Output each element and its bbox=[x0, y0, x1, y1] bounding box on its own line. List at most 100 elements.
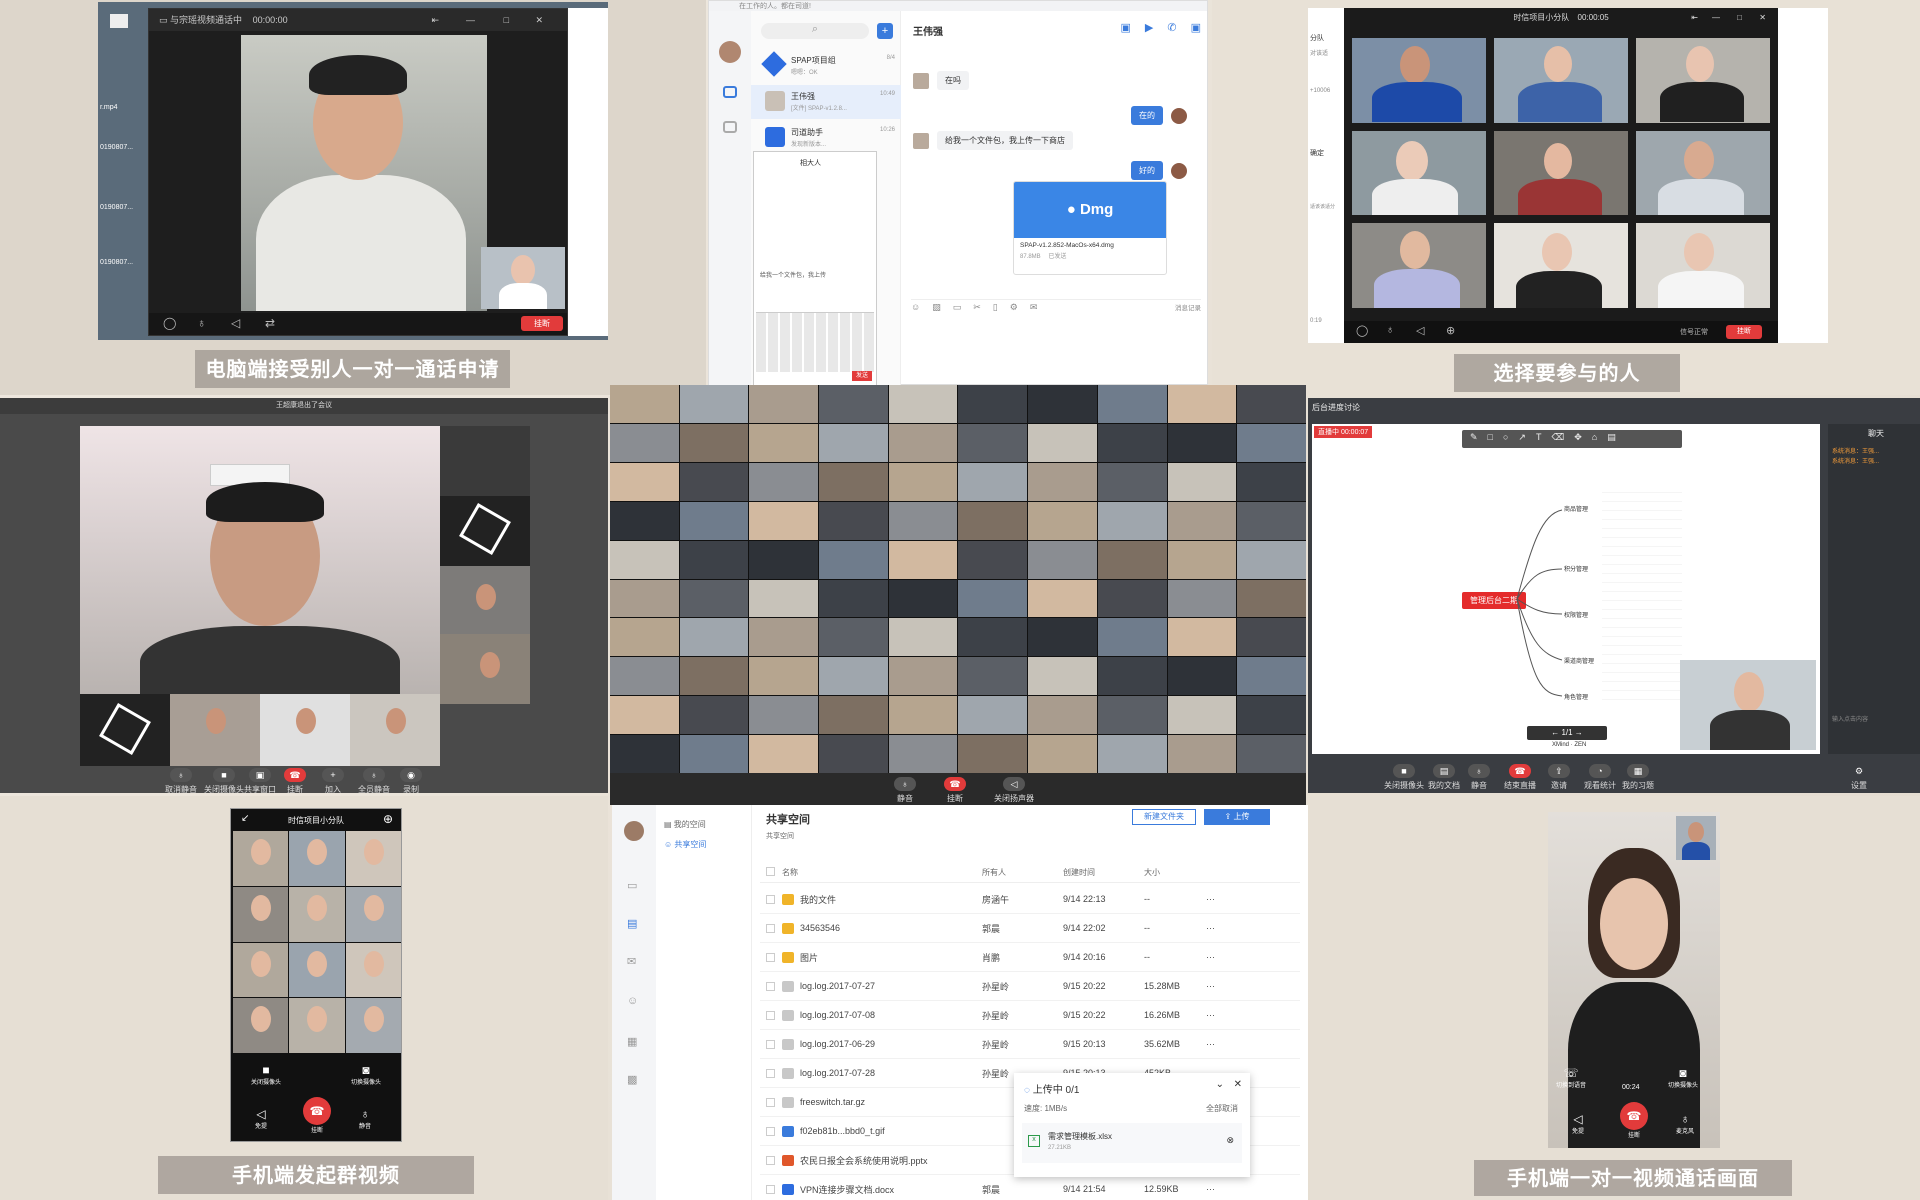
conversation-item[interactable]: SPAP项目组 嗯嗯：OK 8/4 bbox=[751, 49, 901, 83]
share-window-button[interactable]: ▣ 共享窗口 bbox=[244, 768, 276, 795]
row-checkbox[interactable] bbox=[766, 1126, 775, 1136]
add-participant-icon[interactable]: ⊕ bbox=[1446, 324, 1455, 337]
video-tile[interactable] bbox=[679, 423, 749, 462]
video-tile[interactable] bbox=[958, 696, 1028, 735]
video-tile[interactable] bbox=[1237, 618, 1306, 657]
pin-icon[interactable]: ⇤ bbox=[1691, 8, 1698, 28]
mute-all-button[interactable]: ♁ 全员静音 bbox=[358, 768, 390, 795]
video-tile[interactable] bbox=[749, 657, 819, 696]
my-documents-button[interactable]: ▤ 我的文档 bbox=[1428, 764, 1460, 791]
video-tile[interactable] bbox=[888, 462, 958, 501]
add-member-icon[interactable]: ⊕ bbox=[383, 812, 393, 826]
participant-tile[interactable] bbox=[289, 998, 345, 1053]
hangup-button[interactable]: ☎ 挂断 bbox=[1620, 1102, 1648, 1139]
video-tile[interactable] bbox=[1167, 657, 1237, 696]
video-tile[interactable] bbox=[958, 423, 1028, 462]
participant-tile[interactable] bbox=[289, 942, 345, 998]
video-tile[interactable] bbox=[749, 735, 819, 773]
contacts-icon[interactable] bbox=[723, 121, 737, 133]
nav-my-space[interactable]: ▤ 我的空间 bbox=[664, 819, 706, 830]
table-row[interactable]: 图片 肖鹏 9/14 20:16 -- ··· bbox=[760, 943, 1300, 972]
cancel-all-button[interactable]: 全部取消 bbox=[1206, 1103, 1238, 1114]
nav-shared-space[interactable]: ☺ 共享空间 bbox=[664, 839, 706, 850]
file-icon[interactable] bbox=[110, 14, 128, 28]
video-tile[interactable] bbox=[1028, 618, 1097, 657]
participant-tile[interactable] bbox=[345, 998, 401, 1053]
participant-tile[interactable] bbox=[1352, 130, 1486, 216]
video-tile[interactable] bbox=[888, 501, 958, 540]
mail-icon[interactable]: ✉ bbox=[1030, 302, 1038, 313]
participant-tile[interactable] bbox=[1352, 223, 1486, 308]
video-tile[interactable] bbox=[749, 423, 819, 462]
video-tile[interactable] bbox=[958, 462, 1028, 501]
video-tile[interactable] bbox=[610, 462, 679, 501]
pager[interactable]: ← 1/1 → bbox=[1527, 726, 1607, 740]
phone-keyboard[interactable] bbox=[756, 312, 874, 372]
table-row[interactable]: log.log.2017-07-08 孙星岭 9/15 20:22 16.26MB ··… bbox=[760, 1001, 1300, 1030]
video-tile[interactable] bbox=[1028, 462, 1097, 501]
video-tile[interactable] bbox=[1167, 579, 1237, 618]
exercises-button[interactable]: ▦ 我的习题 bbox=[1622, 764, 1654, 791]
video-tile[interactable] bbox=[610, 618, 679, 657]
message-input[interactable] bbox=[911, 317, 1201, 377]
unmute-button[interactable]: ♁ 取消静音 bbox=[165, 768, 197, 795]
more-icon[interactable]: ▣ bbox=[1191, 21, 1201, 34]
video-tile[interactable] bbox=[819, 657, 888, 696]
microphone-icon[interactable]: ♁ bbox=[197, 316, 206, 330]
document-icon[interactable]: ▤ bbox=[627, 917, 637, 930]
user-icon[interactable]: ☺ bbox=[627, 995, 638, 1007]
invite-button[interactable]: ⇪ 邀请 bbox=[1548, 764, 1570, 791]
video-tile[interactable] bbox=[1097, 696, 1167, 735]
switch-camera-button[interactable]: ◙ 切换摄像头 bbox=[351, 1063, 381, 1086]
settings-button[interactable]: ⚙ 设置 bbox=[1848, 764, 1870, 791]
switch-camera-button[interactable]: ◙ 切换摄像头 bbox=[1668, 1066, 1698, 1089]
chat-input[interactable]: 输入点击内容 bbox=[1832, 714, 1868, 723]
video-tile[interactable] bbox=[1097, 501, 1167, 540]
video-tile[interactable] bbox=[749, 579, 819, 618]
participant-tile[interactable] bbox=[1494, 223, 1628, 308]
more-icon[interactable]: ··· bbox=[1206, 894, 1215, 904]
collapse-icon[interactable]: ↙ bbox=[241, 813, 249, 824]
video-tile[interactable] bbox=[679, 696, 749, 735]
video-tile[interactable] bbox=[1097, 385, 1167, 423]
video-tile[interactable] bbox=[1097, 618, 1167, 657]
video-tile[interactable] bbox=[679, 385, 749, 423]
conversation-item-selected[interactable]: 王伟强 [文件] SPAP-v1.2.8... 10:49 bbox=[751, 85, 901, 119]
participant-tile[interactable] bbox=[289, 831, 345, 886]
participant-tile[interactable] bbox=[345, 942, 401, 998]
video-tile[interactable] bbox=[958, 618, 1028, 657]
add-button[interactable]: + bbox=[877, 23, 893, 39]
hangup-button[interactable]: 挂断 bbox=[521, 316, 563, 331]
video-tile[interactable] bbox=[888, 579, 958, 618]
phone-icon[interactable]: ✆ bbox=[1167, 21, 1176, 34]
microphone-button[interactable]: ♁ 麦克风 bbox=[1676, 1112, 1694, 1135]
message-icon[interactable] bbox=[723, 86, 737, 98]
video-tile[interactable] bbox=[888, 657, 958, 696]
mute-button[interactable]: ♁ 静音 bbox=[894, 777, 916, 804]
maximize-icon[interactable]: □ bbox=[1737, 8, 1742, 28]
video-tile[interactable] bbox=[1028, 657, 1097, 696]
video-tile[interactable] bbox=[888, 618, 958, 657]
calendar-icon[interactable]: ▦ bbox=[627, 1035, 637, 1048]
scissors-icon[interactable]: ✂ bbox=[973, 302, 981, 313]
more-icon[interactable]: ··· bbox=[1206, 952, 1215, 962]
more-icon[interactable]: ··· bbox=[1206, 1184, 1215, 1194]
video-tile[interactable] bbox=[1167, 696, 1237, 735]
attach-icon[interactable]: ▯ bbox=[993, 302, 998, 313]
video-tile[interactable] bbox=[610, 385, 679, 423]
video-tile[interactable] bbox=[888, 735, 958, 773]
participant-tile[interactable] bbox=[233, 942, 289, 998]
video-tile[interactable] bbox=[1237, 579, 1306, 618]
video-tile[interactable] bbox=[1097, 423, 1167, 462]
emoji-icon[interactable]: ☺ bbox=[911, 302, 920, 313]
video-tile[interactable] bbox=[749, 540, 819, 579]
minimize-icon[interactable]: — bbox=[466, 9, 475, 31]
video-tile[interactable] bbox=[1237, 735, 1306, 773]
video-tile[interactable] bbox=[888, 423, 958, 462]
row-checkbox[interactable] bbox=[766, 952, 775, 962]
hangup-button[interactable]: ☎ 挂断 bbox=[284, 768, 306, 795]
video-tile[interactable] bbox=[958, 385, 1028, 423]
participant-tile[interactable] bbox=[345, 886, 401, 942]
close-icon[interactable]: ✕ bbox=[1759, 8, 1766, 28]
participant-tile[interactable] bbox=[440, 496, 530, 566]
